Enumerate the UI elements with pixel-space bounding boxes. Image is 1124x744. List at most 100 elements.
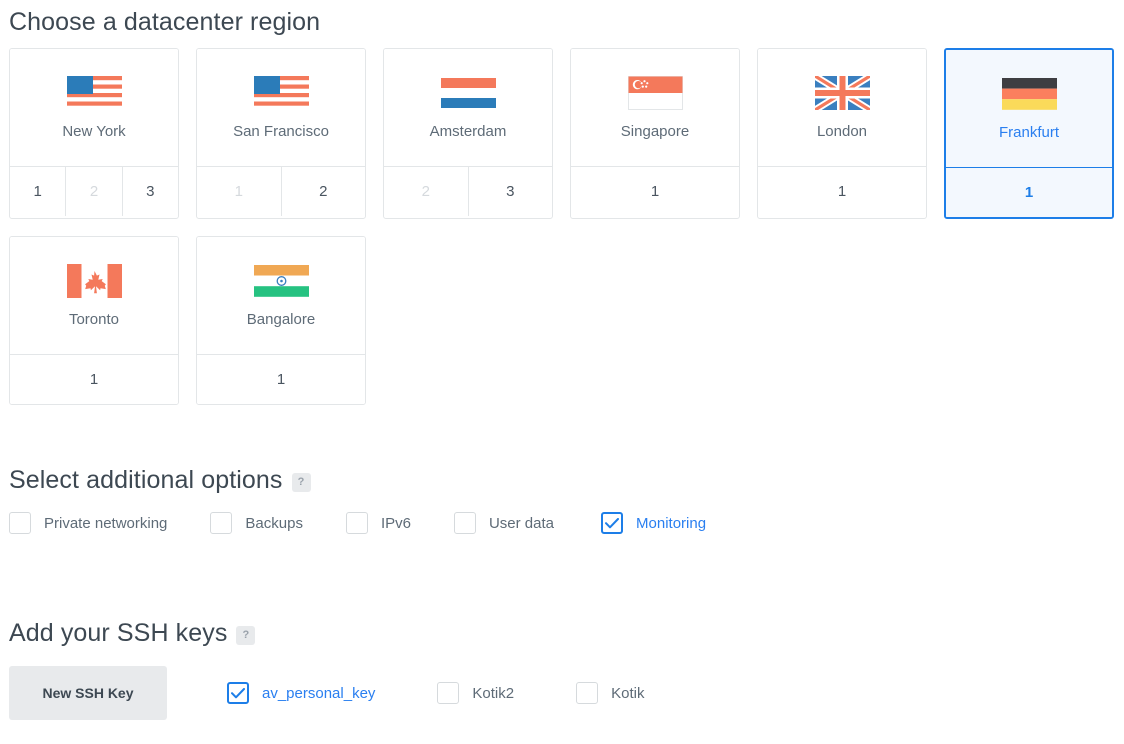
region-card-london[interactable]: London 1 — [757, 48, 927, 219]
region-slot-row: 123 — [10, 166, 178, 216]
flag-us-icon — [254, 76, 309, 110]
option-backups[interactable]: Backups — [210, 512, 303, 534]
option-label: Backups — [245, 515, 303, 532]
option-label: Private networking — [44, 515, 167, 532]
region-card-amsterdam[interactable]: Amsterdam 23 — [383, 48, 553, 219]
region-name: San Francisco — [233, 123, 329, 140]
region-card-header: New York — [10, 49, 178, 166]
checkbox-icon[interactable] — [454, 512, 476, 534]
flag-de-icon — [1002, 77, 1057, 111]
create-droplet-page: Choose a datacenter region New York123 S… — [0, 0, 1124, 744]
flag-ca-icon — [67, 264, 122, 298]
option-label: IPv6 — [381, 515, 411, 532]
region-card-bangalore[interactable]: Bangalore 1 — [196, 236, 366, 405]
flag-us-icon — [254, 76, 309, 110]
ssh-key-kotik[interactable]: Kotik — [576, 682, 644, 704]
region-slot-2[interactable]: 2 — [281, 167, 366, 216]
region-card-header: Frankfurt — [946, 50, 1112, 167]
region-title-text: Choose a datacenter region — [9, 8, 320, 37]
region-name: London — [817, 123, 867, 140]
checkbox-icon[interactable] — [346, 512, 368, 534]
options-title-text: Select additional options — [9, 466, 283, 495]
region-slot-row: 1 — [946, 167, 1112, 217]
checkbox-icon[interactable] — [437, 682, 459, 704]
ssh-key-av_personal_key[interactable]: av_personal_key — [227, 682, 375, 704]
help-icon[interactable]: ? — [292, 473, 311, 492]
region-slot-row: 12 — [197, 166, 365, 216]
ssh-key-list: av_personal_key Kotik2 Kotik — [227, 682, 644, 704]
region-card-frankfurt[interactable]: Frankfurt 1 — [944, 48, 1114, 219]
flag-in-icon — [254, 264, 309, 298]
region-slot-1[interactable]: 1 — [10, 355, 178, 404]
flag-gb-icon — [815, 76, 870, 110]
flag-sg-icon — [628, 76, 683, 110]
region-slot-1[interactable]: 1 — [571, 167, 739, 216]
region-card-header: Singapore — [571, 49, 739, 166]
region-slot-row: 1 — [197, 354, 365, 404]
ssh-key-label: Kotik — [611, 685, 644, 702]
checkbox-icon[interactable] — [576, 682, 598, 704]
region-slot-1[interactable]: 1 — [758, 167, 926, 216]
region-slot-3[interactable]: 3 — [122, 167, 178, 216]
option-private-networking[interactable]: Private networking — [9, 512, 167, 534]
option-user-data[interactable]: User data — [454, 512, 554, 534]
region-card-new-york[interactable]: New York 123 — [9, 48, 179, 219]
region-card-san-francisco[interactable]: San Francisco 12 — [196, 48, 366, 219]
checkmark-icon — [605, 518, 619, 529]
checkbox-icon[interactable] — [9, 512, 31, 534]
region-slot-2: 2 — [384, 167, 468, 216]
new-ssh-key-button[interactable]: New SSH Key — [9, 666, 167, 720]
additional-options-row: Private networking Backups IPv6 User data M… — [9, 512, 706, 534]
flag-ca-icon — [67, 264, 122, 298]
region-slot-row: 23 — [384, 166, 552, 216]
checkmark-icon — [231, 688, 245, 699]
region-slot-1: 1 — [197, 167, 281, 216]
region-slot-1[interactable]: 1 — [946, 168, 1112, 217]
ssh-key-label: av_personal_key — [262, 685, 375, 702]
region-card-header: London — [758, 49, 926, 166]
region-slot-row: 1 — [758, 166, 926, 216]
region-slot-1[interactable]: 1 — [10, 167, 65, 216]
ssh-title-text: Add your SSH keys — [9, 619, 227, 648]
checkbox-icon[interactable] — [601, 512, 623, 534]
region-slot-1[interactable]: 1 — [197, 355, 365, 404]
region-card-header: Toronto — [10, 237, 178, 354]
ssh-key-label: Kotik2 — [472, 685, 514, 702]
checkbox-icon[interactable] — [227, 682, 249, 704]
flag-us-icon — [67, 76, 122, 110]
region-section-title: Choose a datacenter region — [9, 8, 320, 37]
region-slot-2: 2 — [65, 167, 121, 216]
region-grid: New York123 San Francisco12 Amsterdam23 … — [9, 48, 1114, 405]
help-icon[interactable]: ? — [236, 626, 255, 645]
region-slot-row: 1 — [571, 166, 739, 216]
region-name: Frankfurt — [999, 124, 1059, 141]
region-name: New York — [62, 123, 125, 140]
option-label: User data — [489, 515, 554, 532]
region-card-singapore[interactable]: Singapore 1 — [570, 48, 740, 219]
ssh-key-kotik2[interactable]: Kotik2 — [437, 682, 514, 704]
region-name: Toronto — [69, 311, 119, 328]
option-label: Monitoring — [636, 515, 706, 532]
flag-sg-icon — [628, 76, 683, 110]
ssh-keys-row: New SSH Key av_personal_key Kotik2 Kotik — [9, 666, 644, 720]
checkbox-icon[interactable] — [210, 512, 232, 534]
region-card-toronto[interactable]: Toronto 1 — [9, 236, 179, 405]
region-name: Bangalore — [247, 311, 315, 328]
option-ipv6[interactable]: IPv6 — [346, 512, 411, 534]
flag-nl-icon — [441, 76, 496, 110]
region-name: Singapore — [621, 123, 689, 140]
option-monitoring[interactable]: Monitoring — [601, 512, 706, 534]
region-slot-3[interactable]: 3 — [468, 167, 553, 216]
region-name: Amsterdam — [430, 123, 507, 140]
flag-gb-icon — [815, 76, 870, 110]
flag-us-icon — [67, 76, 122, 110]
ssh-section-title: Add your SSH keys ? — [9, 619, 255, 648]
flag-in-icon — [254, 264, 309, 298]
flag-de-icon — [1002, 77, 1057, 111]
region-card-header: San Francisco — [197, 49, 365, 166]
options-section-title: Select additional options ? — [9, 466, 311, 495]
flag-nl-icon — [441, 76, 496, 110]
region-card-header: Bangalore — [197, 237, 365, 354]
region-card-header: Amsterdam — [384, 49, 552, 166]
region-slot-row: 1 — [10, 354, 178, 404]
